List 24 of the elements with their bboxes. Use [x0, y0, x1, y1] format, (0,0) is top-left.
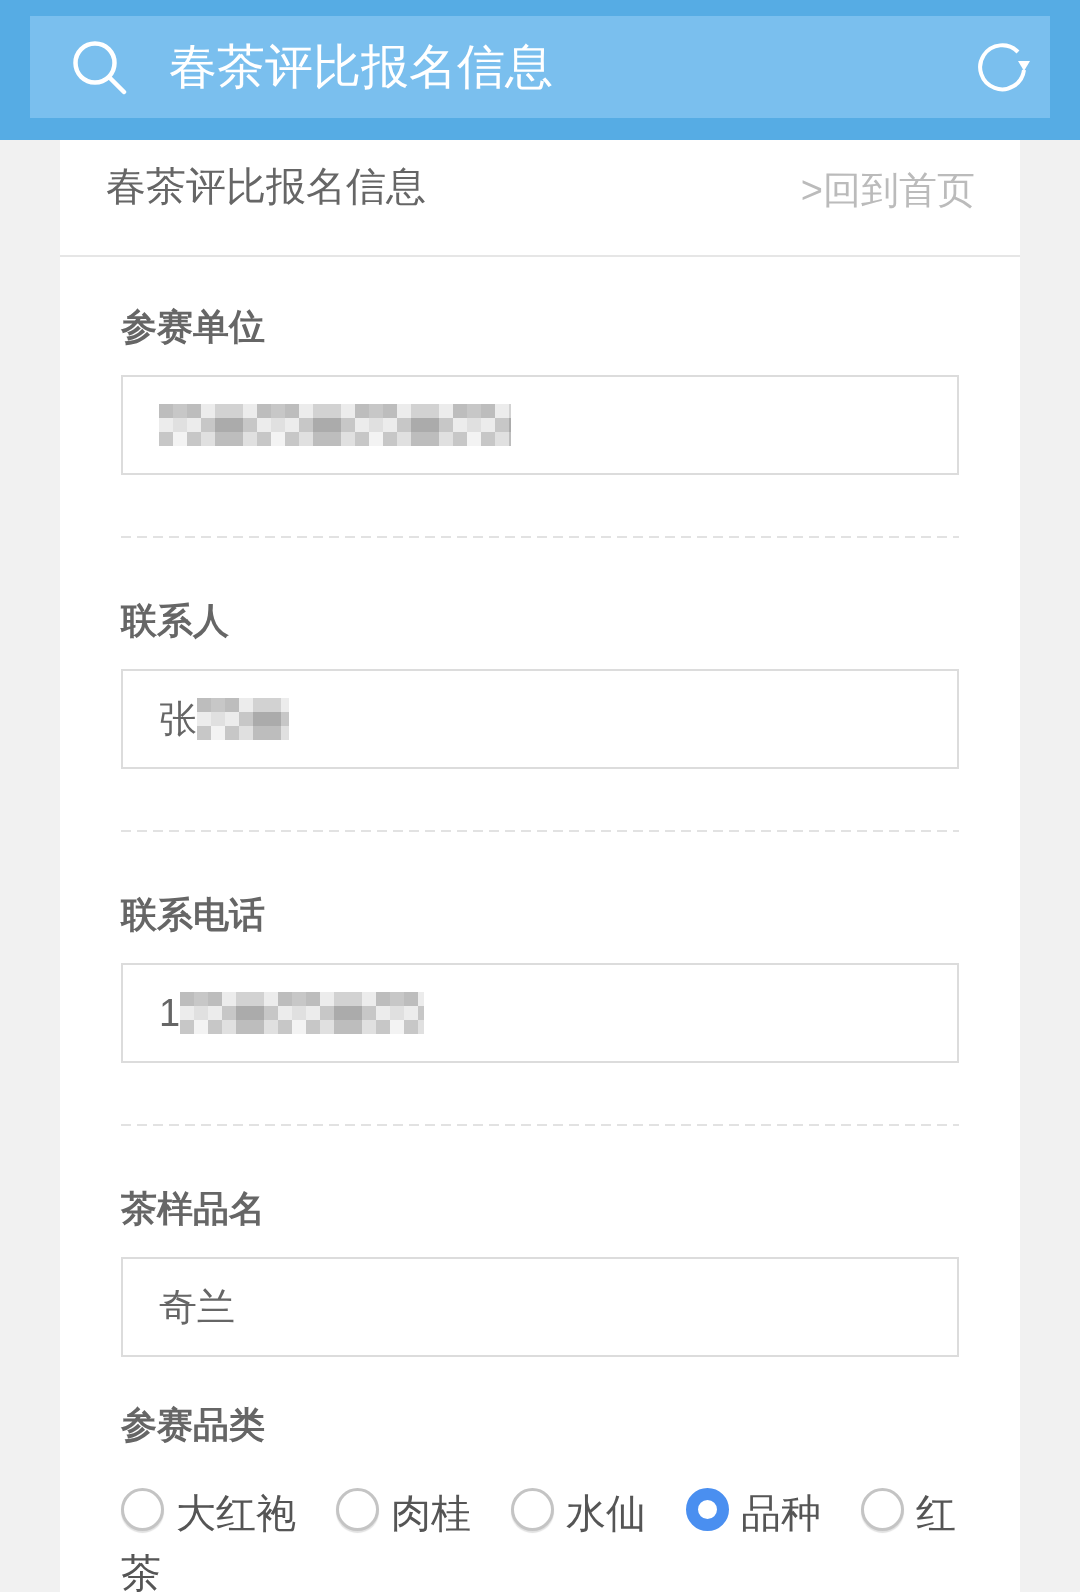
- header-title: 春茶评比报名信息: [169, 39, 553, 95]
- option-label[interactable]: 大红袍: [176, 1483, 296, 1543]
- page-title: 春茶评比报名信息: [106, 163, 426, 210]
- text-input[interactable]: 张: [121, 669, 959, 769]
- field-label: 联系人: [121, 599, 229, 643]
- option-label[interactable]: 红: [916, 1483, 956, 1543]
- field-label: 参赛单位: [121, 305, 265, 349]
- text-input[interactable]: 奇兰: [121, 1257, 959, 1357]
- radio-button[interactable]: [121, 1487, 164, 1531]
- option-label[interactable]: 水仙: [566, 1483, 646, 1543]
- option-label-continuation[interactable]: 茶: [121, 1543, 161, 1592]
- field-label: 茶样品名: [121, 1187, 265, 1231]
- refresh-icon[interactable]: [976, 40, 1030, 94]
- field-label: 联系电话: [121, 893, 265, 937]
- text-input[interactable]: 1: [121, 963, 959, 1063]
- search-icon[interactable]: [71, 39, 127, 95]
- radio-button[interactable]: [336, 1487, 379, 1531]
- radio-button[interactable]: [686, 1487, 729, 1531]
- field-label: 参赛品类: [121, 1403, 265, 1447]
- radio-button[interactable]: [511, 1487, 554, 1531]
- option-label[interactable]: 肉桂: [391, 1483, 471, 1543]
- option-label[interactable]: 品种: [741, 1483, 821, 1543]
- text-input[interactable]: [121, 375, 959, 475]
- radio-button[interactable]: [861, 1487, 904, 1531]
